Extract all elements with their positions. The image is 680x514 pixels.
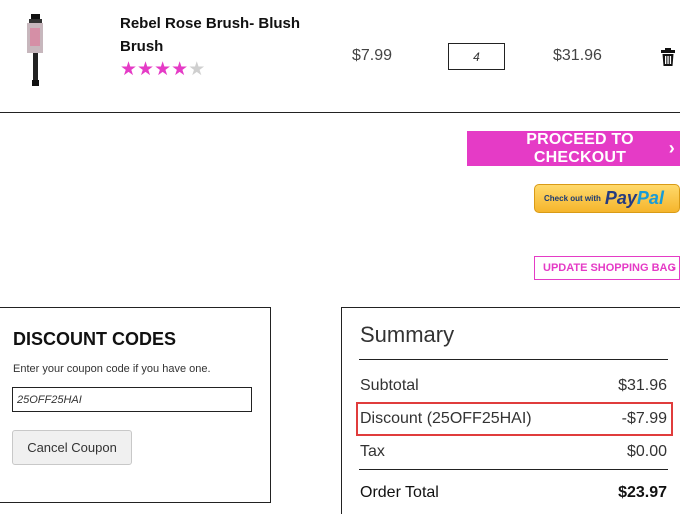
- paypal-prefix: Check out with: [544, 194, 601, 203]
- proceed-to-checkout-button[interactable]: PROCEED TO CHECKOUT ›: [467, 131, 680, 166]
- update-label: UPDATE SHOPPING BAG: [543, 262, 677, 274]
- star-icon: ★: [154, 59, 172, 80]
- discount-codes-title: DISCOUNT CODES: [13, 329, 177, 349]
- paypal-checkout-button[interactable]: Check out with Pay Pal: [534, 184, 680, 213]
- subtotal-value: $31.96: [618, 377, 667, 394]
- summary-title: Summary: [360, 322, 455, 347]
- update-shopping-bag-button[interactable]: UPDATE SHOPPING BAG ›: [534, 256, 680, 280]
- star-rating: ★★★★★: [120, 60, 205, 80]
- discount-value: -$7.99: [621, 410, 667, 427]
- paypal-logo-pay: Pay: [604, 188, 637, 208]
- checkout-label: PROCEED TO CHECKOUT: [526, 130, 634, 166]
- product-thumbnail[interactable]: [20, 14, 50, 86]
- star-icon: ★: [171, 59, 189, 80]
- coupon-code-input[interactable]: [12, 387, 252, 412]
- quantity-input[interactable]: [448, 43, 505, 70]
- summary-divider: [359, 469, 668, 470]
- chevron-right-icon: ›: [671, 261, 675, 275]
- cancel-coupon-button[interactable]: Cancel Coupon: [12, 430, 132, 465]
- star-icon: ★: [137, 59, 155, 80]
- order-total-label: Order Total: [360, 484, 439, 501]
- order-total-value: $23.97: [618, 484, 667, 501]
- tax-value: $0.00: [626, 443, 667, 460]
- chevron-right-icon: ›: [668, 138, 675, 158]
- star-icon: ★: [120, 59, 138, 80]
- paypal-logo-pal: Pal: [636, 188, 664, 208]
- product-name[interactable]: Rebel Rose Brush- Blush Brush: [120, 12, 320, 58]
- cart-divider: [0, 112, 680, 113]
- trash-icon[interactable]: [661, 48, 675, 66]
- line-total: $31.96: [553, 47, 602, 64]
- tax-label: Tax: [360, 443, 385, 460]
- unit-price: $7.99: [352, 47, 393, 64]
- discount-help-text: Enter your coupon code if you have one.: [13, 363, 211, 375]
- subtotal-label: Subtotal: [360, 377, 419, 394]
- star-empty-icon: ★: [188, 59, 206, 80]
- summary-divider: [359, 359, 668, 360]
- discount-label: Discount (25OFF25HAI): [360, 410, 532, 427]
